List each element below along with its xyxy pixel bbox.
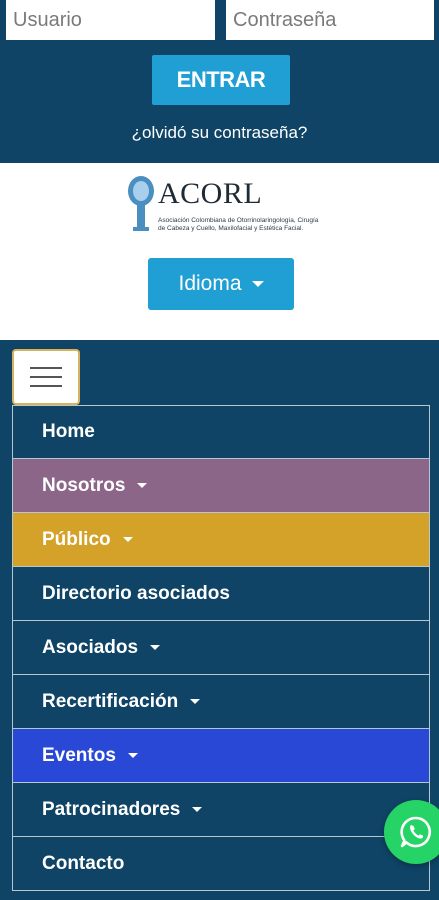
chevron-down-icon [190, 699, 201, 704]
hamburger-line [30, 385, 62, 387]
nav-item-asociados[interactable]: Asociados [12, 621, 430, 675]
password-input[interactable] [226, 0, 434, 40]
whatsapp-chat-button[interactable] [384, 800, 439, 864]
chevron-down-icon [122, 537, 133, 542]
chevron-down-icon [192, 807, 203, 812]
chevron-down-icon [127, 753, 138, 758]
username-input[interactable] [6, 0, 215, 40]
acorl-logo[interactable]: ACORL Asociación Colombiana de Otorrinol… [126, 173, 326, 239]
whatsapp-icon [400, 816, 432, 848]
nav-item-patrocinadores[interactable]: Patrocinadores [12, 783, 430, 837]
brand-section: ACORL Asociación Colombiana de Otorrinol… [0, 163, 439, 340]
nav-item-label: Asociados [42, 636, 139, 658]
hamburger-menu-button[interactable] [12, 349, 80, 405]
nav-item-label: Patrocinadores [42, 798, 181, 820]
nav-item-recertificacion[interactable]: Recertificación [12, 675, 430, 729]
hamburger-line [30, 367, 62, 369]
nav-item-label: Nosotros [42, 474, 126, 496]
nav-item-label: Público [42, 528, 111, 550]
chevron-down-icon [251, 281, 264, 287]
nav-item-label: Eventos [42, 744, 116, 766]
nav-item-eventos[interactable]: Eventos [12, 729, 430, 783]
hamburger-line [30, 376, 62, 378]
main-navigation: Home Nosotros Público Directorio asociad… [0, 340, 439, 900]
login-button[interactable]: ENTRAR [152, 55, 290, 105]
nav-menu: Home Nosotros Público Directorio asociad… [12, 405, 430, 891]
nav-item-label: Home [42, 421, 95, 442]
logo-title: ACORL [158, 177, 263, 210]
nav-item-home[interactable]: Home [12, 405, 430, 459]
language-label: Idioma [178, 272, 242, 295]
nav-item-contacto[interactable]: Contacto [12, 837, 430, 891]
login-bar: ENTRAR ¿olvidó su contraseña? [0, 0, 439, 163]
logo-emblem-icon [128, 176, 154, 231]
chevron-down-icon [137, 483, 148, 488]
nav-item-nosotros[interactable]: Nosotros [12, 459, 430, 513]
forgot-password-link[interactable]: ¿olvidó su contraseña? [0, 123, 439, 143]
nav-item-label: Contacto [42, 852, 125, 874]
nav-item-label: Directorio asociados [42, 582, 230, 604]
language-dropdown-button[interactable]: Idioma [148, 258, 294, 310]
nav-item-directorio-asociados[interactable]: Directorio asociados [12, 567, 430, 621]
nav-item-label: Recertificación [42, 690, 179, 712]
logo-subtitle: Asociación Colombiana de Otorrinolaringo… [158, 217, 319, 232]
nav-item-publico[interactable]: Público [12, 513, 430, 567]
chevron-down-icon [150, 645, 161, 650]
